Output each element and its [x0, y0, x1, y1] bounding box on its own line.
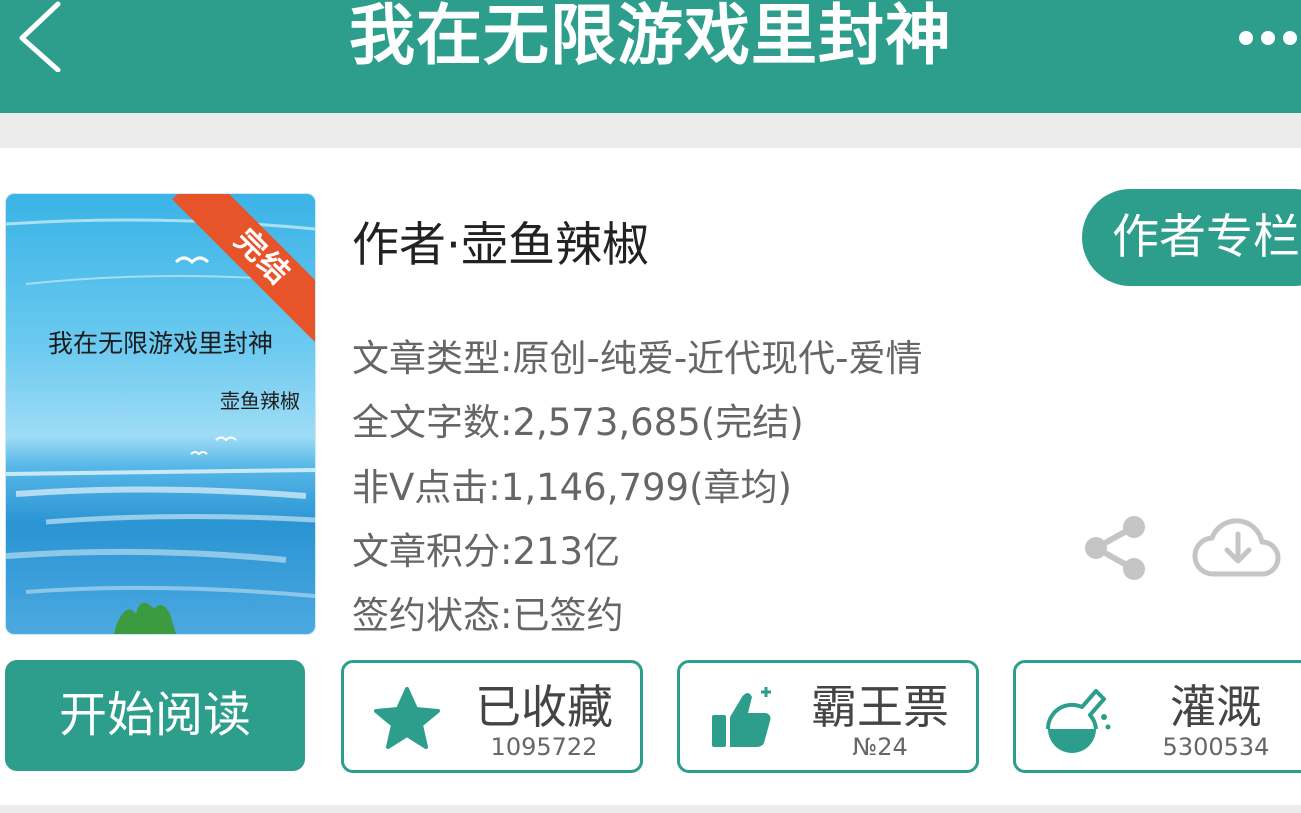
- author-name[interactable]: 作者·壶鱼辣椒: [352, 206, 649, 275]
- share-icon: [1085, 516, 1145, 580]
- more-button[interactable]: [1232, 20, 1301, 56]
- vote-button[interactable]: 霸王票 №24: [677, 660, 979, 773]
- info-genre: 文章类型:原创-纯爱-近代现代-爱情: [352, 337, 923, 380]
- nourish-count: 5300534: [1162, 733, 1270, 761]
- cover-title: 我在无限游戏里封神: [47, 329, 273, 358]
- top-bar: 我在无限游戏里封神: [0, 0, 1301, 113]
- info-score: 文章积分:213亿: [352, 530, 621, 573]
- section-divider: [0, 113, 1301, 148]
- star-icon: [374, 687, 440, 749]
- info-word-count: 全文字数:2,573,685(完结): [352, 401, 804, 444]
- thumbs-up-icon: [712, 687, 771, 747]
- download-button[interactable]: [1192, 512, 1282, 582]
- nourish-button[interactable]: 灌溉 5300534: [1013, 660, 1301, 773]
- share-button[interactable]: [1082, 514, 1148, 582]
- favorite-count: 1095722: [490, 733, 598, 761]
- author-column-button[interactable]: 作者专栏: [1082, 189, 1301, 286]
- book-cover[interactable]: 我在无限游戏里封神 壶鱼辣椒 完结: [6, 194, 315, 634]
- more-dots-icon: [1239, 31, 1297, 45]
- vote-label: 霸王票: [811, 680, 949, 734]
- info-contract: 签约状态:已签约: [352, 594, 624, 637]
- cover-author: 壶鱼辣椒: [220, 389, 300, 413]
- info-clicks: 非V点击:1,146,799(章均): [352, 466, 792, 509]
- vote-count: №24: [852, 733, 908, 761]
- favorite-button[interactable]: 已收藏 1095722: [341, 660, 643, 773]
- nourish-label: 灌溉: [1170, 680, 1262, 734]
- page-title: 我在无限游戏里封神: [349, 0, 952, 74]
- start-reading-button[interactable]: 开始阅读: [5, 660, 305, 771]
- bottom-divider: [0, 805, 1301, 813]
- favorite-label: 已收藏: [475, 680, 613, 734]
- cloud-download-icon: [1192, 518, 1281, 577]
- flask-icon: [1045, 689, 1111, 753]
